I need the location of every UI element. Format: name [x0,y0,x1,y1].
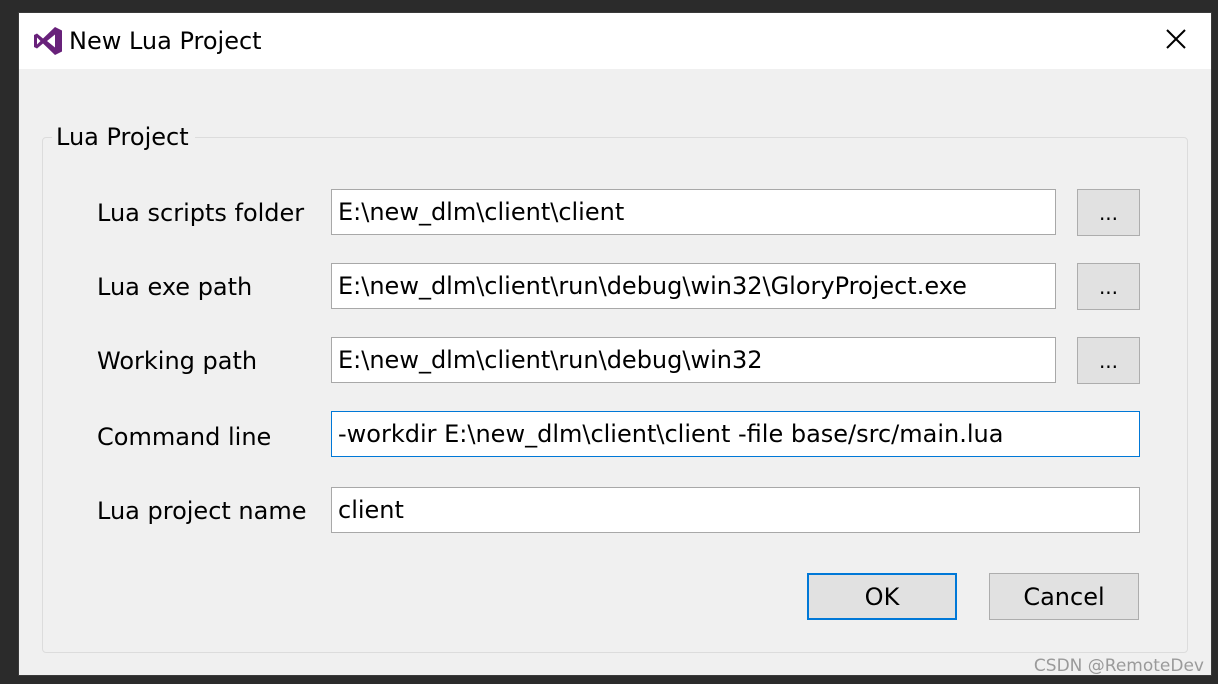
command-line-label: Command line [97,423,272,451]
close-icon [1165,28,1187,54]
screen: New Lua Project Lua Project Lua scripts … [0,0,1218,684]
title-bar[interactable]: New Lua Project [19,13,1211,69]
scripts-folder-label: Lua scripts folder [97,199,305,227]
working-path-label: Working path [97,347,258,375]
exe-path-label: Lua exe path [97,273,253,301]
browse-scripts-folder-button[interactable]: ... [1077,189,1140,236]
window-title: New Lua Project [69,27,262,55]
browse-working-path-button[interactable]: ... [1077,337,1140,384]
groupbox-label: Lua Project [52,121,195,153]
new-lua-project-dialog: New Lua Project Lua Project Lua scripts … [18,12,1212,676]
close-button[interactable] [1155,21,1197,61]
browse-exe-path-button[interactable]: ... [1077,263,1140,310]
ok-button[interactable]: OK [807,573,957,620]
watermark: CSDN @RemoteDev [1033,656,1204,676]
command-line-input[interactable] [331,411,1140,457]
working-path-input[interactable] [331,337,1056,383]
cancel-button[interactable]: Cancel [989,573,1139,620]
exe-path-input[interactable] [331,263,1056,309]
project-name-label: Lua project name [97,497,307,525]
visual-studio-icon [32,25,64,57]
project-name-input[interactable] [331,487,1140,533]
scripts-folder-input[interactable] [331,189,1056,235]
